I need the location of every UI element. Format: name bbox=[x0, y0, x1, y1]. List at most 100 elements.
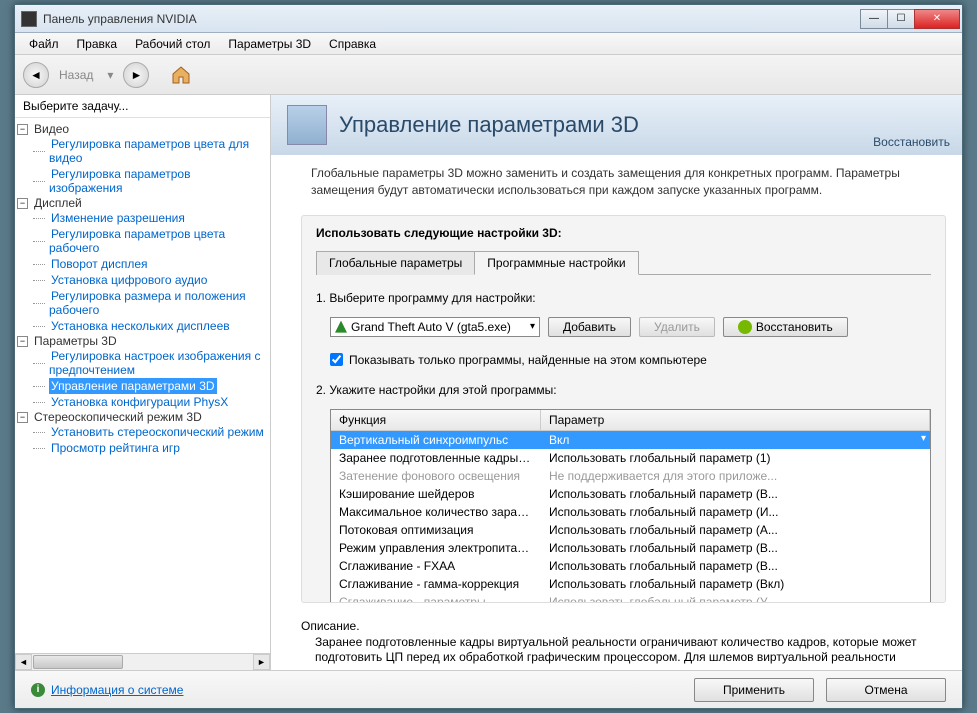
maximize-button[interactable]: ☐ bbox=[887, 9, 915, 29]
intro-text: Глобальные параметры 3D можно заменить и… bbox=[271, 155, 962, 209]
cell-parameter: Использовать глобальный параметр (И... bbox=[541, 504, 930, 520]
tree-link[interactable]: Управление параметрами 3D bbox=[49, 378, 217, 394]
scroll-right-icon[interactable]: ► bbox=[253, 654, 270, 670]
scroll-left-icon[interactable]: ◄ bbox=[15, 654, 32, 670]
tree-link[interactable]: Изменение разрешения bbox=[49, 210, 187, 226]
table-row[interactable]: Кэширование шейдеровИспользовать глобаль… bbox=[331, 485, 930, 503]
tree-item[interactable]: Регулировка размера и положения рабочего bbox=[33, 288, 268, 318]
tab-global[interactable]: Глобальные параметры bbox=[316, 251, 475, 275]
tree-item[interactable]: Управление параметрами 3D bbox=[33, 378, 268, 394]
filter-checkbox-label: Показывать только программы, найденные н… bbox=[349, 353, 707, 367]
sidebar-scrollbar[interactable]: ◄ ► bbox=[15, 653, 270, 670]
page-header: Управление параметрами 3D Восстановить bbox=[271, 95, 962, 155]
tree-item[interactable]: Просмотр рейтинга игр bbox=[33, 440, 268, 456]
tree-item[interactable]: Регулировка параметров изображения bbox=[33, 166, 268, 196]
task-tree[interactable]: −ВидеоРегулировка параметров цвета для в… bbox=[15, 118, 270, 653]
minimize-button[interactable]: — bbox=[860, 9, 888, 29]
table-row[interactable]: Потоковая оптимизацияИспользовать глобал… bbox=[331, 521, 930, 539]
tree-link[interactable]: Регулировка параметров цвета для видео bbox=[49, 136, 249, 166]
tree-link[interactable]: Регулировка настроек изображения с предп… bbox=[49, 348, 260, 378]
tree-group-label[interactable]: Стереоскопический режим 3D bbox=[32, 409, 204, 425]
description-text: Заранее подготовленные кадры виртуальной… bbox=[301, 635, 946, 666]
table-row[interactable]: Заранее подготовленные кадры вирту...Исп… bbox=[331, 449, 930, 467]
tree-link[interactable]: Регулировка параметров изображения bbox=[49, 166, 190, 196]
program-dropdown-value: Grand Theft Auto V (gta5.exe) bbox=[351, 320, 511, 334]
tree-item[interactable]: Регулировка параметров цвета для видео bbox=[33, 136, 268, 166]
tree-group: −Дисплей bbox=[17, 196, 268, 210]
tree-link[interactable]: Установка нескольких дисплеев bbox=[49, 318, 232, 334]
tree-item[interactable]: Регулировка параметров цвета рабочего bbox=[33, 226, 268, 256]
table-row[interactable]: Сглаживание - гамма-коррекцияИспользоват… bbox=[331, 575, 930, 593]
apply-button[interactable]: Применить bbox=[694, 678, 814, 702]
tree-link[interactable]: Установка конфигурации PhysX bbox=[49, 394, 230, 410]
back-dropdown-icon[interactable]: ▾ bbox=[103, 68, 117, 82]
description-section: Описание. Заранее подготовленные кадры в… bbox=[301, 619, 946, 666]
system-info-link[interactable]: Информация о системе bbox=[51, 683, 183, 697]
tree-item[interactable]: Установка нескольких дисплеев bbox=[33, 318, 268, 334]
tree-item[interactable]: Регулировка настроек изображения с предп… bbox=[33, 348, 268, 378]
forward-button[interactable]: ► bbox=[123, 62, 149, 88]
table-row[interactable]: Сглаживание - FXAAИспользовать глобальны… bbox=[331, 557, 930, 575]
tree-item[interactable]: Установка цифрового аудио bbox=[33, 272, 268, 288]
tree-group-label[interactable]: Дисплей bbox=[32, 195, 84, 211]
menu-file[interactable]: Файл bbox=[21, 35, 67, 53]
tree-group: −Параметры 3D bbox=[17, 334, 268, 348]
tree-toggle-icon[interactable]: − bbox=[17, 336, 28, 347]
tree-link[interactable]: Установить стереоскопический режим bbox=[49, 424, 266, 440]
titlebar[interactable]: Панель управления NVIDIA — ☐ ✕ bbox=[15, 5, 962, 33]
table-body[interactable]: Вертикальный синхроимпульсВкл▾Заранее по… bbox=[331, 431, 930, 603]
chevron-down-icon[interactable]: ▾ bbox=[921, 433, 926, 444]
tree-item[interactable]: Установить стереоскопический режим bbox=[33, 424, 268, 440]
restore-button[interactable]: Восстановить bbox=[723, 317, 848, 337]
menu-desktop[interactable]: Рабочий стол bbox=[127, 35, 218, 53]
table-row[interactable]: Вертикальный синхроимпульсВкл▾ bbox=[331, 431, 930, 449]
table-row[interactable]: Режим управления электропитаниемИспользо… bbox=[331, 539, 930, 557]
tree-toggle-icon[interactable]: − bbox=[17, 198, 28, 209]
col-function[interactable]: Функция bbox=[331, 410, 541, 430]
tree-group-label[interactable]: Параметры 3D bbox=[32, 333, 119, 349]
main-panel: Управление параметрами 3D Восстановить Г… bbox=[271, 95, 962, 670]
restore-defaults-link[interactable]: Восстановить bbox=[873, 135, 950, 149]
program-controls: Grand Theft Auto V (gta5.exe) Добавить У… bbox=[330, 317, 931, 337]
menu-edit[interactable]: Правка bbox=[69, 35, 126, 53]
tree-link[interactable]: Регулировка размера и положения рабочего bbox=[49, 288, 246, 318]
home-button[interactable] bbox=[167, 61, 195, 89]
remove-button: Удалить bbox=[639, 317, 715, 337]
tree-toggle-icon[interactable]: − bbox=[17, 124, 28, 135]
scroll-thumb[interactable] bbox=[33, 655, 123, 669]
tree-link[interactable]: Установка цифрового аудио bbox=[49, 272, 209, 288]
back-button[interactable]: ◄ bbox=[23, 62, 49, 88]
cell-function: Заранее подготовленные кадры вирту... bbox=[331, 450, 541, 466]
tree-item[interactable]: Изменение разрешения bbox=[33, 210, 268, 226]
cell-function: Сглаживание - FXAA bbox=[331, 558, 541, 574]
cell-parameter: Использовать глобальный параметр (У... bbox=[541, 594, 930, 603]
tree-link[interactable]: Поворот дисплея bbox=[49, 256, 150, 272]
app-window: Панель управления NVIDIA — ☐ ✕ Файл Прав… bbox=[14, 4, 963, 709]
menu-params3d[interactable]: Параметры 3D bbox=[220, 35, 319, 53]
menu-help[interactable]: Справка bbox=[321, 35, 384, 53]
program-dropdown[interactable]: Grand Theft Auto V (gta5.exe) bbox=[330, 317, 540, 337]
add-button[interactable]: Добавить bbox=[548, 317, 631, 337]
home-icon bbox=[170, 64, 192, 86]
app-icon bbox=[21, 11, 37, 27]
tabs: Глобальные параметры Программные настрой… bbox=[316, 250, 931, 275]
close-button[interactable]: ✕ bbox=[914, 9, 960, 29]
tree-group-label[interactable]: Видео bbox=[32, 121, 71, 137]
tree-item[interactable]: Установка конфигурации PhysX bbox=[33, 394, 268, 410]
tab-program[interactable]: Программные настройки bbox=[474, 251, 638, 275]
step1-label: 1. Выберите программу для настройки: bbox=[316, 291, 931, 305]
tree-link[interactable]: Регулировка параметров цвета рабочего bbox=[49, 226, 225, 256]
cancel-button[interactable]: Отмена bbox=[826, 678, 946, 702]
tree-item[interactable]: Поворот дисплея bbox=[33, 256, 268, 272]
col-parameter[interactable]: Параметр bbox=[541, 410, 930, 430]
table-row[interactable]: Максимальное количество заранее под...Ис… bbox=[331, 503, 930, 521]
toolbar: ◄ Назад ▾ ► bbox=[15, 55, 962, 95]
window-controls: — ☐ ✕ bbox=[861, 9, 960, 29]
filter-checkbox[interactable] bbox=[330, 353, 343, 366]
table-row: Затенение фонового освещенияНе поддержив… bbox=[331, 467, 930, 485]
back-label: Назад bbox=[55, 68, 97, 82]
tree-link[interactable]: Просмотр рейтинга игр bbox=[49, 440, 182, 456]
header-icon bbox=[287, 105, 327, 145]
cell-function: Затенение фонового освещения bbox=[331, 468, 541, 484]
tree-toggle-icon[interactable]: − bbox=[17, 412, 28, 423]
